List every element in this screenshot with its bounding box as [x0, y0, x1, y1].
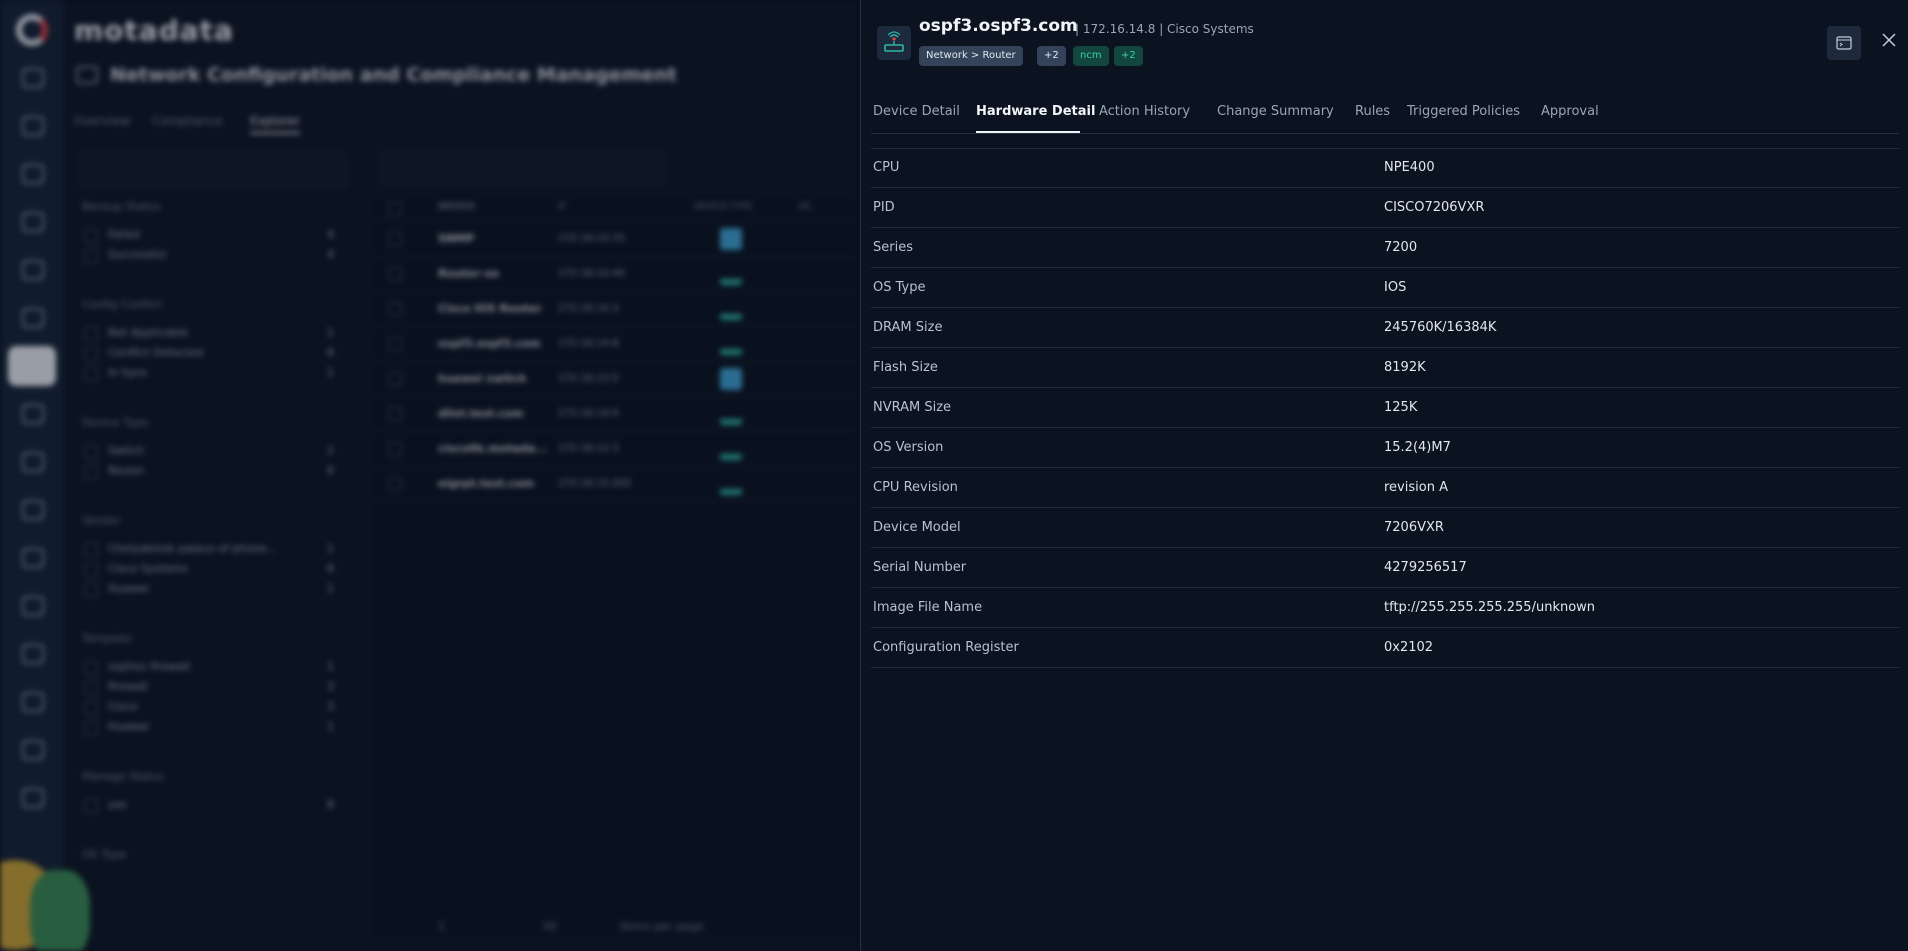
modal-backdrop[interactable]	[0, 0, 860, 951]
hardware-row: Flash Size 8192K	[871, 348, 1899, 388]
tag-device-type: Network > Router	[919, 46, 1023, 66]
hardware-row: Image File Name tftp://255.255.255.255/un…	[871, 588, 1899, 628]
tab-change-summary[interactable]: Change Summary	[1217, 104, 1334, 119]
terminal-icon	[1836, 36, 1852, 50]
hardware-value: 0x2102	[1384, 640, 1434, 655]
hardware-key: Flash Size	[873, 360, 938, 375]
hardware-key: Device Model	[873, 520, 961, 535]
close-button[interactable]	[1879, 30, 1899, 50]
hardware-key: NVRAM Size	[873, 400, 952, 415]
tab-hardware-detail[interactable]: Hardware Detail	[976, 104, 1095, 119]
hardware-value: CISCO7206VXR	[1384, 200, 1485, 215]
hardware-row: OS Type IOS	[871, 268, 1899, 308]
hardware-key: DRAM Size	[873, 320, 943, 335]
device-detail-drawer: ospf3.ospf3.com | 172.16.14.8 | Cisco Sy…	[860, 0, 1908, 951]
hardware-row: Configuration Register 0x2102	[871, 628, 1899, 668]
active-tab-indicator	[976, 131, 1080, 133]
close-icon	[1882, 33, 1896, 47]
hardware-row: DRAM Size 245760K/16384K	[871, 308, 1899, 348]
hardware-row: Series 7200	[871, 228, 1899, 268]
hardware-value: 15.2(4)M7	[1384, 440, 1451, 455]
tab-device-detail[interactable]: Device Detail	[873, 104, 960, 119]
hardware-key: OS Type	[873, 280, 926, 295]
hardware-row: NVRAM Size 125K	[871, 388, 1899, 428]
hardware-value: 8192K	[1384, 360, 1426, 375]
hardware-row: Serial Number 4279256517	[871, 548, 1899, 588]
hardware-row: CPU NPE400	[871, 148, 1899, 188]
hardware-value: tftp://255.255.255.255/unknown	[1384, 600, 1596, 615]
tag-ncm: ncm	[1073, 46, 1109, 66]
device-meta: | 172.16.14.8 | Cisco Systems	[1075, 22, 1254, 36]
hardware-value: 245760K/16384K	[1384, 320, 1497, 335]
hardware-row: PID CISCO7206VXR	[871, 188, 1899, 228]
hardware-value: 125K	[1384, 400, 1418, 415]
hardware-key: Series	[873, 240, 913, 255]
terminal-button[interactable]	[1827, 26, 1861, 60]
drawer-tabs: Device Detail Hardware Detail Action His…	[871, 100, 1899, 134]
tab-triggered-policies[interactable]: Triggered Policies	[1407, 104, 1520, 119]
hardware-value: 7200	[1384, 240, 1418, 255]
hardware-value: revision A	[1384, 480, 1448, 495]
hardware-value: IOS	[1384, 280, 1407, 295]
hardware-key: CPU	[873, 160, 900, 175]
app-root: motadata Network Configuration and Compl…	[0, 0, 1908, 951]
router-icon	[877, 26, 911, 60]
tab-action-history[interactable]: Action History	[1099, 104, 1190, 119]
tab-approval[interactable]: Approval	[1541, 104, 1599, 119]
hardware-value: 4279256517	[1384, 560, 1467, 575]
hardware-row: CPU Revision revision A	[871, 468, 1899, 508]
device-name: ospf3.ospf3.com	[919, 16, 1078, 36]
hardware-key: Serial Number	[873, 560, 967, 575]
hardware-key: CPU Revision	[873, 480, 958, 495]
hardware-row: OS Version 15.2(4)M7	[871, 428, 1899, 468]
hardware-key: PID	[873, 200, 895, 215]
hardware-value: 7206VXR	[1384, 520, 1444, 535]
hardware-key: Configuration Register	[873, 640, 1019, 655]
hardware-row: Device Model 7206VXR	[871, 508, 1899, 548]
tag-more-count-green[interactable]: +2	[1114, 46, 1143, 66]
tab-rules[interactable]: Rules	[1355, 104, 1390, 119]
hardware-value: NPE400	[1384, 160, 1435, 175]
hardware-key: OS Version	[873, 440, 944, 455]
tag-more-count[interactable]: +2	[1037, 46, 1066, 66]
hardware-key: Image File Name	[873, 600, 983, 615]
